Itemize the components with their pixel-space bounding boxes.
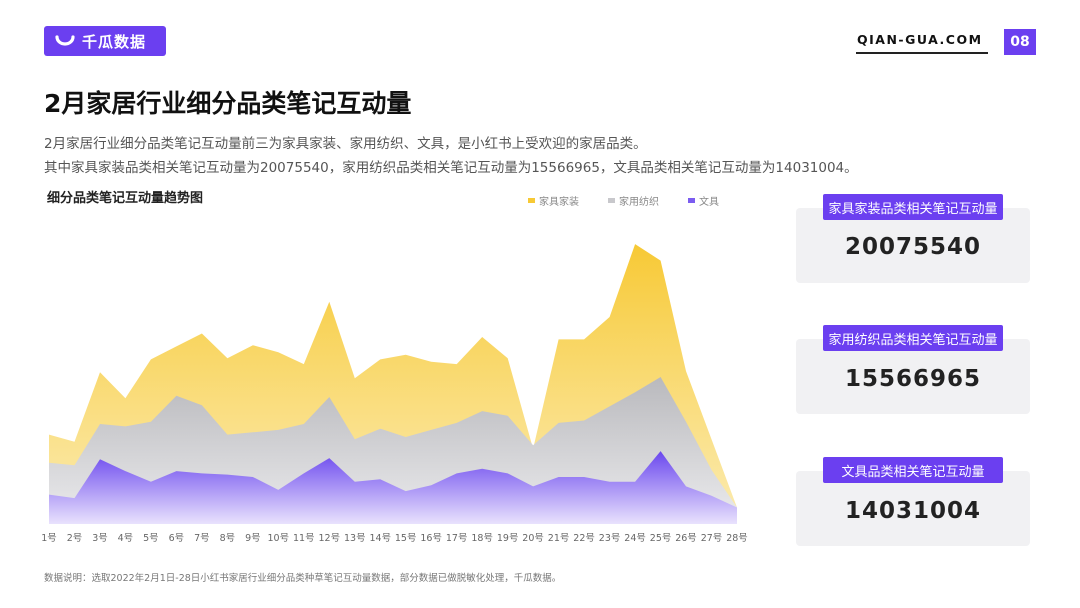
- stat-value-textile: 15566965: [844, 366, 982, 392]
- x-tick-label: 9号: [245, 533, 261, 544]
- x-tick-label: 28号: [726, 533, 748, 544]
- x-tick-label: 6号: [169, 533, 185, 544]
- x-tick-label: 21号: [548, 533, 570, 544]
- x-tick-label: 2号: [67, 533, 83, 544]
- x-tick-label: 7号: [194, 533, 210, 544]
- stat-label-stationery: 文具品类相关笔记互动量: [823, 457, 1003, 483]
- x-tick-label: 15号: [395, 533, 417, 544]
- x-tick-label: 17号: [446, 533, 468, 544]
- x-tick-label: 14号: [370, 533, 392, 544]
- site-underline: [856, 52, 988, 54]
- x-tick-label: 10号: [268, 533, 290, 544]
- footnote: 数据说明：选取2022年2月1日-28日小红书家居行业细分品类种草笔记互动量数据…: [44, 573, 562, 584]
- x-tick-label: 8号: [220, 533, 236, 544]
- area-chart: 1号 2号 3号 4号 5号 6号 7号 8号 9号 10号 11号 12号 13号 14号 15号 16号 1…: [41, 244, 748, 544]
- x-tick-label: 25号: [650, 533, 672, 544]
- x-tick-label: 5号: [143, 533, 159, 544]
- x-tick-label: 12号: [319, 533, 341, 544]
- stat-label-furniture: 家具家装品类相关笔记互动量: [823, 194, 1003, 220]
- site-url: QIAN-GUA.COM: [857, 32, 983, 47]
- x-tick-label: 13号: [344, 533, 366, 544]
- x-tick-label: 11号: [293, 533, 315, 544]
- page-number: 08: [1004, 29, 1036, 55]
- x-tick-label: 19号: [497, 533, 519, 544]
- x-tick-label: 20号: [522, 533, 544, 544]
- stat-value-stationery: 14031004: [844, 498, 982, 524]
- x-tick-label: 27号: [701, 533, 723, 544]
- x-tick-label: 22号: [573, 533, 595, 544]
- x-tick-label: 26号: [675, 533, 697, 544]
- x-tick-label: 24号: [624, 533, 646, 544]
- stat-value-furniture: 20075540: [844, 234, 982, 260]
- stat-label-textile: 家用纺织品类相关笔记互动量: [823, 325, 1003, 351]
- x-tick-label: 16号: [420, 533, 442, 544]
- x-tick-label: 3号: [92, 533, 108, 544]
- x-tick-label: 4号: [118, 533, 134, 544]
- x-tick-label: 18号: [471, 533, 493, 544]
- x-tick-label: 1号: [41, 533, 57, 544]
- x-tick-label: 23号: [599, 533, 621, 544]
